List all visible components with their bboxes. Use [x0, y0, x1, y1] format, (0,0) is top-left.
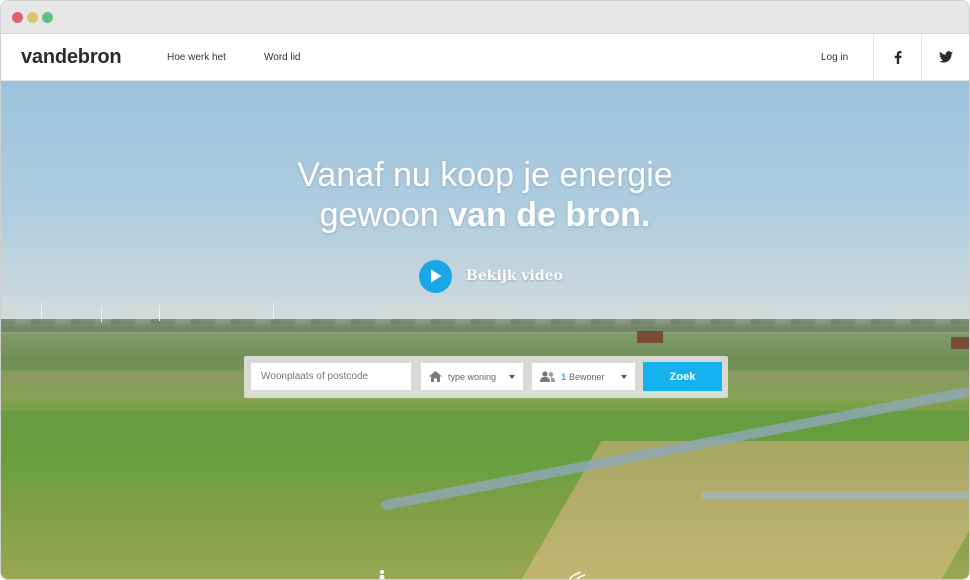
- wind-icon: [567, 569, 587, 579]
- farmhouse-roof: [637, 331, 663, 343]
- chevron-down-icon: [621, 375, 627, 379]
- housing-type-select[interactable]: type woning: [420, 362, 524, 391]
- play-button[interactable]: [419, 259, 452, 293]
- login-link[interactable]: Log in: [821, 52, 848, 63]
- play-icon: [430, 269, 441, 283]
- residents-select[interactable]: 1 Bewoner: [531, 362, 636, 391]
- browser-window: vandebron Hoe werk het Word lid Log in V…: [0, 0, 970, 580]
- video-label[interactable]: Bekijk video: [466, 268, 563, 284]
- wind-turbine-icon: [159, 305, 160, 321]
- chevron-down-icon: [509, 375, 515, 379]
- watch-video-button[interactable]: Bekijk video: [419, 259, 563, 293]
- wind-turbine-icon: [41, 303, 42, 319]
- residents-count: 1: [561, 371, 567, 382]
- window-titlebar: [1, 1, 969, 34]
- headline-emphasis: van de bron.: [448, 196, 651, 234]
- house-icon: [429, 371, 442, 382]
- residents-label: Bewoner: [569, 371, 605, 382]
- horizon: [1, 324, 969, 332]
- users-icon: [540, 371, 555, 382]
- twitter-button[interactable]: [921, 34, 969, 80]
- headline-prefix: gewoon: [319, 196, 439, 234]
- search-button[interactable]: Zoek: [643, 362, 722, 391]
- hero-headline: Vanaf nu koop je energie gewoon van de b…: [1, 155, 969, 235]
- site-logo[interactable]: vandebron: [21, 46, 122, 69]
- location-input[interactable]: [250, 362, 412, 391]
- nav-link-word-lid[interactable]: Word lid: [264, 52, 301, 63]
- ditch-water-right: [701, 491, 969, 499]
- wind-turbine-icon: [101, 306, 102, 322]
- minimize-window-button[interactable]: [27, 12, 38, 23]
- facebook-button[interactable]: [873, 34, 921, 80]
- nav-link-hoe-werk-het[interactable]: Hoe werk het: [167, 52, 226, 63]
- wind-turbine-icon: [273, 303, 274, 319]
- search-form: type woning 1 Bewoner Zoek: [244, 356, 728, 398]
- facebook-icon: [894, 50, 901, 64]
- headline-line-1: Vanaf nu koop je energie: [297, 156, 673, 194]
- maximize-window-button[interactable]: [42, 12, 53, 23]
- farmhouse-roof: [951, 337, 969, 349]
- close-window-button[interactable]: [12, 12, 23, 23]
- site-header: vandebron Hoe werk het Word lid Log in: [1, 34, 969, 81]
- headline-line-2: gewoon van de bron.: [1, 195, 969, 235]
- hero-section: Vanaf nu koop je energie gewoon van de b…: [1, 81, 969, 579]
- housing-type-label: type woning: [448, 371, 497, 382]
- person-icon: [377, 569, 387, 579]
- twitter-icon: [938, 51, 953, 63]
